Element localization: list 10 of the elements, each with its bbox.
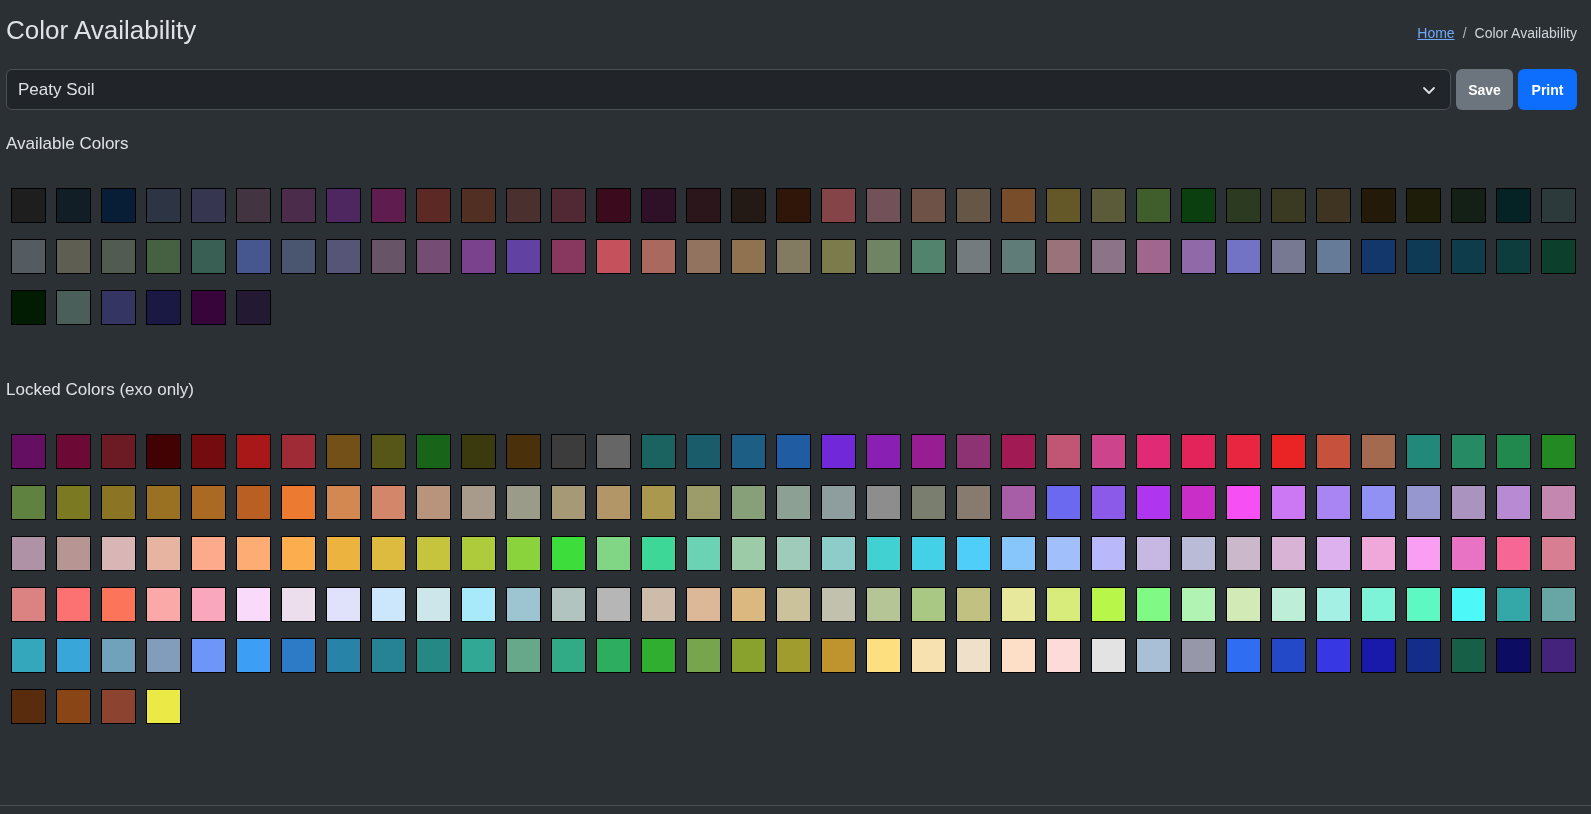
page-title: Color Availability <box>6 14 197 46</box>
chevron-down-icon <box>1422 84 1436 95</box>
print-button[interactable]: Print <box>1518 69 1577 110</box>
breadcrumb-separator: / <box>1462 25 1467 41</box>
section-heading: Locked Colors (exo only) <box>6 379 196 401</box>
soil-select[interactable]: Peaty Soil <box>6 69 1451 110</box>
breadcrumb-current: Color Availability <box>1474 25 1577 41</box>
section-heading: Available Colors <box>6 133 130 155</box>
breadcrumb-link[interactable]: Home <box>1417 25 1455 41</box>
save-button[interactable]: Save <box>1456 69 1513 110</box>
